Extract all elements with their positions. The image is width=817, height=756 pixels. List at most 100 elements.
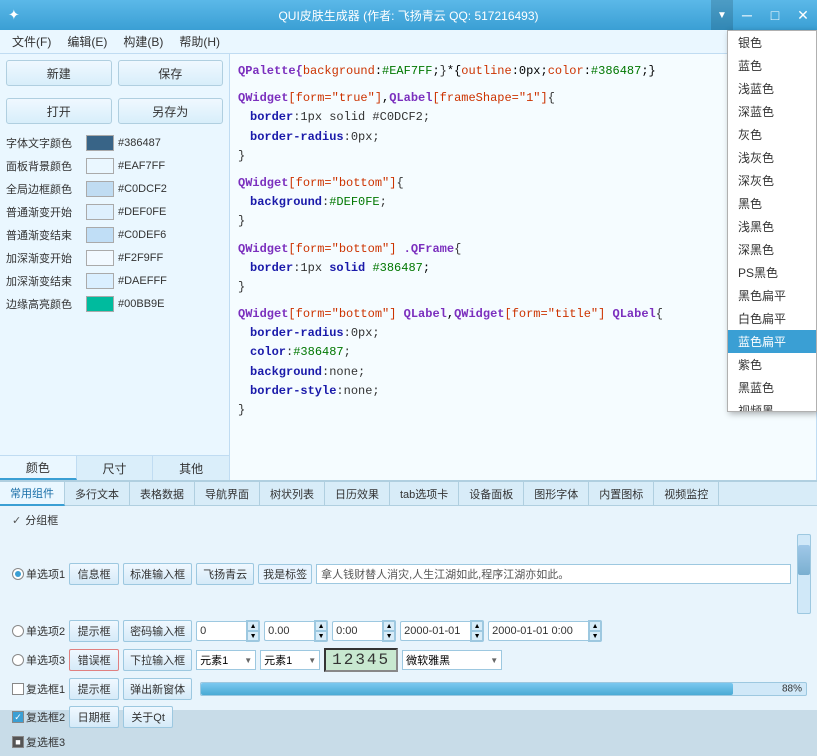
- spin-down-4[interactable]: ▼: [471, 631, 483, 641]
- tab-size[interactable]: 尺寸: [77, 456, 154, 480]
- spin-up-1[interactable]: ▲: [247, 621, 259, 631]
- menu-build[interactable]: 构建(B): [115, 31, 171, 52]
- color-value-4[interactable]: #C0DEF6: [118, 229, 166, 241]
- color-swatch-3[interactable]: [86, 204, 114, 220]
- spin-input-2[interactable]: ▲ ▼: [264, 620, 328, 642]
- dropdown-item-14[interactable]: 紫色: [728, 353, 816, 376]
- component-tab-4[interactable]: 树状列表: [260, 482, 325, 506]
- popup-btn[interactable]: 弹出新窗体: [123, 678, 192, 700]
- close-button[interactable]: ✕: [789, 0, 817, 30]
- color-value-1[interactable]: #EAF7FF: [118, 160, 165, 172]
- color-value-3[interactable]: #DEF0FE: [118, 206, 166, 218]
- color-value-0[interactable]: #386487: [118, 137, 161, 149]
- dropdown-item-6[interactable]: 深灰色: [728, 169, 816, 192]
- spin-buttons-2[interactable]: ▲ ▼: [314, 620, 328, 642]
- menu-file[interactable]: 文件(F): [4, 31, 59, 52]
- radio-3[interactable]: 单选项3: [12, 652, 65, 668]
- dropdown-item-12[interactable]: 白色扁平: [728, 307, 816, 330]
- color-swatch-1[interactable]: [86, 158, 114, 174]
- date-btn[interactable]: 日期框: [69, 706, 119, 728]
- radio-1[interactable]: 单选项1: [12, 566, 65, 582]
- minimize-button[interactable]: ─: [733, 0, 761, 30]
- component-tab-3[interactable]: 导航界面: [195, 482, 260, 506]
- dropdown-item-16[interactable]: 视频黑: [728, 399, 816, 411]
- new-button[interactable]: 新建: [6, 60, 112, 86]
- spin-up-3[interactable]: ▲: [383, 621, 395, 631]
- spin-up-2[interactable]: ▲: [315, 621, 327, 631]
- color-value-6[interactable]: #DAEFFF: [118, 275, 167, 287]
- about-qt-btn[interactable]: 关于Qt: [123, 706, 173, 728]
- spin-buttons-4[interactable]: ▲ ▼: [470, 620, 484, 642]
- error-btn[interactable]: 错误框: [69, 649, 119, 671]
- color-swatch-5[interactable]: [86, 250, 114, 266]
- menu-help[interactable]: 帮助(H): [171, 31, 228, 52]
- open-button[interactable]: 打开: [6, 98, 112, 124]
- spin-buttons-1[interactable]: ▲ ▼: [246, 620, 260, 642]
- scrollbar-v[interactable]: [797, 534, 811, 614]
- spin-up-4[interactable]: ▲: [471, 621, 483, 631]
- dropdown-item-1[interactable]: 蓝色: [728, 54, 816, 77]
- spin-down-3[interactable]: ▼: [383, 631, 395, 641]
- dropdown-item-0[interactable]: 银色: [728, 31, 816, 54]
- datetime-field[interactable]: [488, 621, 588, 641]
- dropdown-item-8[interactable]: 浅黑色: [728, 215, 816, 238]
- spin-down-1[interactable]: ▼: [247, 631, 259, 641]
- color-value-5[interactable]: #F2F9FF: [118, 252, 163, 264]
- component-tab-2[interactable]: 表格数据: [130, 482, 195, 506]
- checkbox-3[interactable]: ■ 复选框3: [12, 734, 65, 750]
- checkbox-2[interactable]: ✓ 复选框2: [12, 709, 65, 725]
- save-button[interactable]: 保存: [118, 60, 224, 86]
- author-btn[interactable]: 飞扬青云: [196, 563, 254, 585]
- spin-input-5[interactable]: ▲ ▼: [488, 620, 602, 642]
- dropdown-item-3[interactable]: 深蓝色: [728, 100, 816, 123]
- tab-other[interactable]: 其他: [153, 456, 229, 480]
- dropdown-item-15[interactable]: 黑蓝色: [728, 376, 816, 399]
- font-combo[interactable]: 微软雅黑 ▼: [402, 650, 502, 670]
- tab-color[interactable]: 颜色: [0, 456, 77, 480]
- dropdown-item-13[interactable]: 蓝色扁平: [728, 330, 816, 353]
- component-tab-10[interactable]: 视频监控: [654, 482, 719, 506]
- save-as-button[interactable]: 另存为: [118, 98, 224, 124]
- dropdown-item-7[interactable]: 黑色: [728, 192, 816, 215]
- dropdown-item-4[interactable]: 灰色: [728, 123, 816, 146]
- hint-btn[interactable]: 提示框: [69, 620, 119, 642]
- spin-up-5[interactable]: ▲: [589, 621, 601, 631]
- menu-edit[interactable]: 编辑(E): [59, 31, 115, 52]
- spin-down-5[interactable]: ▼: [589, 631, 601, 641]
- component-tab-0[interactable]: 常用组件: [0, 482, 65, 506]
- dropdown-input-btn[interactable]: 下拉输入框: [123, 649, 192, 671]
- component-tab-6[interactable]: tab选项卡: [390, 482, 459, 506]
- checkbox-1[interactable]: 复选框1: [12, 681, 65, 697]
- dropdown-list[interactable]: 银色蓝色浅蓝色深蓝色灰色浅灰色深灰色黑色浅黑色深黑色PS黑色黑色扁平白色扁平蓝色…: [728, 31, 816, 411]
- dropdown-item-5[interactable]: 浅灰色: [728, 146, 816, 169]
- spin-field-3[interactable]: [332, 621, 382, 641]
- dropdown-item-9[interactable]: 深黑色: [728, 238, 816, 261]
- spin-input-3[interactable]: ▲ ▼: [332, 620, 396, 642]
- combo-1[interactable]: 元素1 ▼: [196, 650, 256, 670]
- dropdown-item-11[interactable]: 黑色扁平: [728, 284, 816, 307]
- spin-buttons-5[interactable]: ▲ ▼: [588, 620, 602, 642]
- color-swatch-7[interactable]: [86, 296, 114, 312]
- color-swatch-6[interactable]: [86, 273, 114, 289]
- color-swatch-0[interactable]: [86, 135, 114, 151]
- combo-2[interactable]: 元素1 ▼: [260, 650, 320, 670]
- component-tab-7[interactable]: 设备面板: [459, 482, 524, 506]
- dropdown-item-10[interactable]: PS黑色: [728, 261, 816, 284]
- component-tab-1[interactable]: 多行文本: [65, 482, 130, 506]
- spin-down-2[interactable]: ▼: [315, 631, 327, 641]
- info-btn[interactable]: 信息框: [69, 563, 119, 585]
- spin-input-1[interactable]: ▲ ▼: [196, 620, 260, 642]
- color-value-7[interactable]: #00BB9E: [118, 298, 164, 310]
- date-field[interactable]: [400, 621, 470, 641]
- spin-input-4[interactable]: ▲ ▼: [400, 620, 484, 642]
- std-input-btn[interactable]: 标准输入框: [123, 563, 192, 585]
- spin-buttons-3[interactable]: ▲ ▼: [382, 620, 396, 642]
- color-swatch-2[interactable]: [86, 181, 114, 197]
- component-tab-9[interactable]: 内置图标: [589, 482, 654, 506]
- dropdown-item-2[interactable]: 浅蓝色: [728, 77, 816, 100]
- component-tab-5[interactable]: 日历效果: [325, 482, 390, 506]
- radio-2[interactable]: 单选项2: [12, 623, 65, 639]
- spin-field-2[interactable]: [264, 621, 314, 641]
- hint2-btn[interactable]: 提示框: [69, 678, 119, 700]
- color-value-2[interactable]: #C0DCF2: [118, 183, 167, 195]
